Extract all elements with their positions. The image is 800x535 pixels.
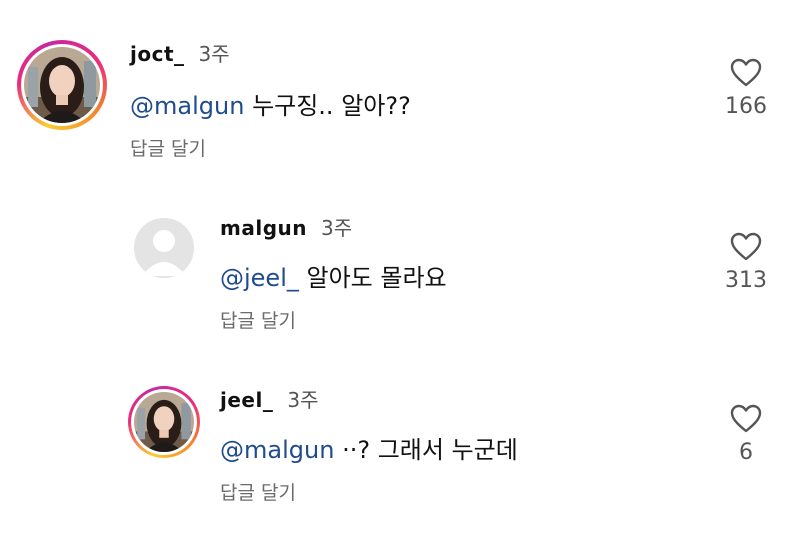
username[interactable]: joct_: [130, 42, 185, 66]
comment-body: 알아도 몰라요: [306, 264, 447, 292]
like-button[interactable]: 166: [706, 58, 786, 119]
mention-link[interactable]: @malgun: [220, 436, 334, 464]
comment-text: @malgun 누구징.. 알아??: [130, 86, 411, 121]
avatar: [134, 392, 194, 452]
timestamp: 3주: [198, 42, 230, 66]
reply-button[interactable]: 답글 달기: [220, 306, 296, 333]
like-count: 6: [739, 440, 753, 465]
mention-link[interactable]: @jeel_: [220, 264, 299, 292]
reply-button[interactable]: 답글 달기: [220, 478, 296, 505]
avatar-story-ring[interactable]: [128, 386, 200, 458]
username[interactable]: malgun: [220, 216, 307, 240]
timestamp: 3주: [320, 216, 353, 240]
mention-link[interactable]: @malgun: [130, 92, 244, 120]
avatar-story-ring[interactable]: [17, 40, 107, 130]
comment-body: ··? 그래서 누군데: [342, 436, 518, 464]
heart-outline-icon[interactable]: [730, 232, 762, 262]
like-count: 313: [725, 268, 767, 293]
username[interactable]: jeel_: [220, 388, 273, 412]
avatar[interactable]: [134, 218, 194, 278]
avatar: [24, 47, 100, 123]
heart-outline-icon[interactable]: [730, 58, 762, 88]
comment-text: @jeel_ 알아도 몰라요: [220, 258, 447, 293]
heart-outline-icon[interactable]: [730, 404, 762, 434]
comment-body: 누구징.. 알아??: [252, 92, 411, 120]
default-avatar-icon: [134, 218, 194, 278]
timestamp: 3주: [287, 388, 319, 412]
like-button[interactable]: 6: [706, 404, 786, 465]
comment-text: @malgun ··? 그래서 누군데: [220, 430, 518, 465]
like-count: 166: [725, 94, 767, 119]
like-button[interactable]: 313: [706, 232, 786, 293]
reply-button[interactable]: 답글 달기: [130, 134, 206, 161]
